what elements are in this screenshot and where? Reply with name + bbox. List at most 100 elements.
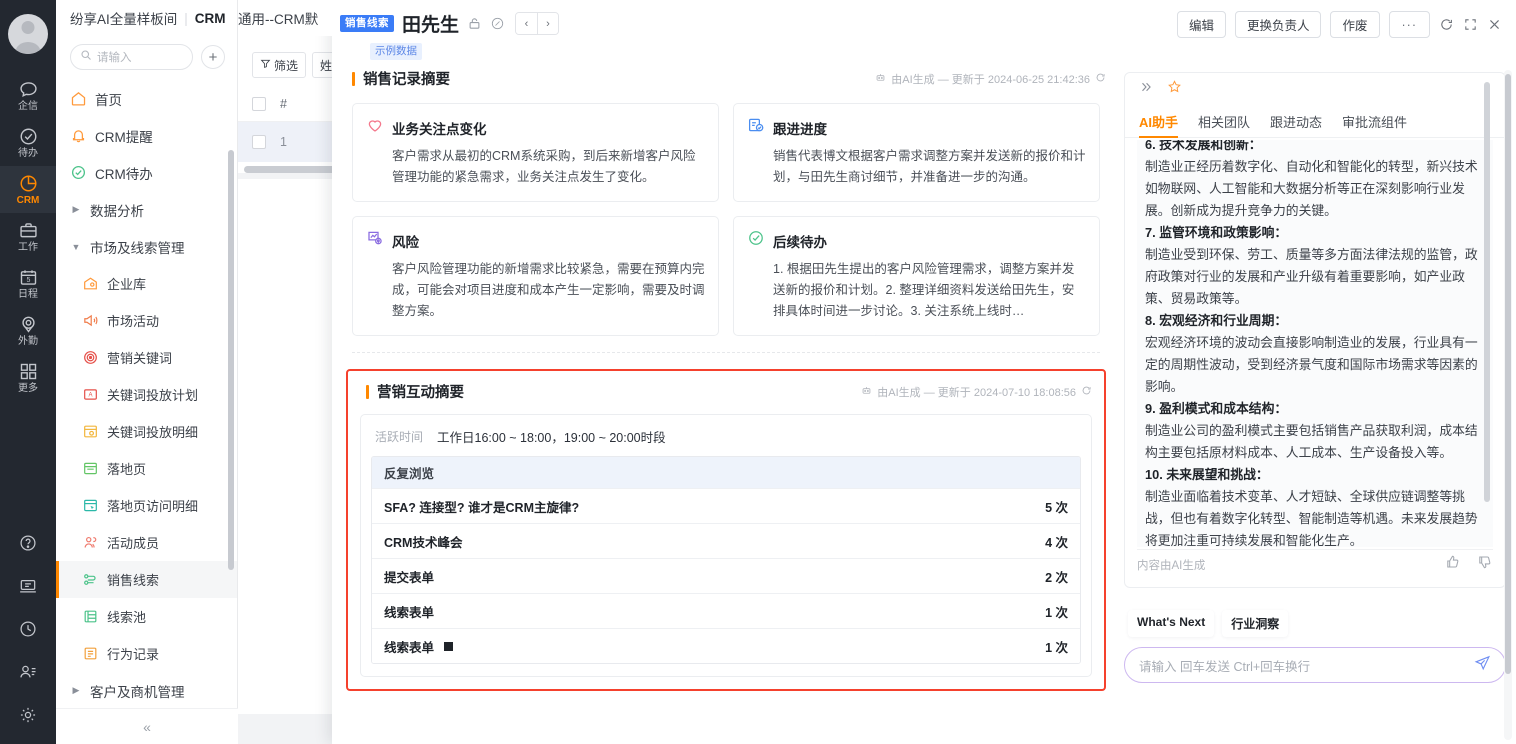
rail-feedback-button[interactable] [0,564,56,607]
table-horizontal-scrollbar[interactable] [244,166,338,173]
card-text: 销售代表博文根据客户需求调整方案并发送新的报价和计划，与田先生商讨细节，并准备进… [773,149,1086,184]
risk-icon [366,229,384,252]
check-circle-icon [18,126,39,147]
table-row[interactable]: 1 [238,122,344,162]
marketing-summary-section: 营销互动摘要 由AI生成 — 更新于 2024-07-10 18:08:56 活… [346,369,1106,691]
refresh-icon[interactable] [1095,72,1106,86]
sidebar-item-members[interactable]: 活动成员 [56,524,237,561]
heart-icon [366,116,384,139]
expand-icon[interactable] [1463,17,1478,32]
rail-bottom-list [0,521,56,744]
sidebar-item-home[interactable]: 首页 [56,80,237,117]
quick-chip-industry-insight[interactable]: 行业洞察 [1222,610,1289,637]
sales-summary-cards: 业务关注点变化 客户需求从最初的CRM系统采购，到后来新增客户风险管理功能的紧急… [346,103,1106,336]
row-name: 线索表单 [384,640,435,655]
rail-item-waiqin[interactable]: 外勤 [0,307,56,354]
tab-approval-flow[interactable]: 审批流组件 [1342,105,1407,138]
rail-item-crm[interactable]: CRM [0,166,56,213]
sidebar-search-row: 请输入 + [56,36,237,76]
leads-list-panel: 销售线索 筛选 姓名 # [238,0,353,744]
marketing-summary-meta: 由AI生成 — 更新于 2024-07-10 18:08:56 [861,384,1092,400]
change-owner-button[interactable]: 更换负责人 [1234,11,1322,38]
sidebar-item-keyword-detail[interactable]: 关键词投放明细 [56,413,237,450]
rail-contacts-button[interactable] [0,650,56,693]
rail-help-button[interactable] [0,521,56,564]
row-index: 1 [280,135,287,149]
search-input[interactable]: 请输入 [70,44,193,70]
megaphone-icon [82,312,99,329]
keyword-plan-icon: A [82,386,99,403]
ai-tab-bar: AI助手 相关团队 跟进动态 审批流组件 [1125,105,1505,138]
refresh-icon[interactable] [1439,17,1454,32]
edit-button[interactable]: 编辑 [1176,11,1226,38]
rail-item-richeng[interactable]: 5 日程 [0,260,56,307]
ai-message-scroll[interactable]: 6. 技术发展和创新： 制造业正经历着数字化、自动化和智能化的转型，新兴技术如物… [1131,140,1499,547]
marketing-summary-title-group: 营销互动摘要 [366,381,464,402]
help-circle-icon [18,533,38,553]
rail-history-button[interactable] [0,607,56,650]
sidebar-item-keyword-plan[interactable]: A 关键词投放计划 [56,376,237,413]
sidebar-item-label: 线索池 [107,610,147,625]
summary-card-risk: 风险 客户风险管理功能的新增需求比较紧急，需要在预算内完成，可能会对项目进度和成… [352,216,719,336]
ai-panel-scrollbar[interactable] [1484,82,1490,502]
sidebar-item-customer-opportunity[interactable]: ▶ 客户及商机管理 [56,672,237,709]
drawer-scrollbar[interactable] [1505,74,1511,674]
sidebar-item-label: 企业库 [107,277,147,292]
sidebar-item-keywords[interactable]: 营销关键词 [56,339,237,376]
add-button[interactable]: + [201,45,225,69]
table-header-row: # [238,86,344,122]
avatar[interactable] [8,14,48,54]
star-icon[interactable] [1167,79,1182,99]
filter-button[interactable]: 筛选 [252,52,307,78]
rail-item-gengduo[interactable]: 更多 [0,354,56,401]
sample-data-tag: 示例数据 [370,43,422,60]
thumbs-down-icon[interactable] [1477,554,1493,575]
landing-visit-icon [82,497,99,514]
thumbs-up-icon[interactable] [1445,554,1461,575]
close-icon[interactable] [1487,17,1502,32]
pool-icon [82,608,99,625]
refresh-icon[interactable] [1081,385,1092,399]
pie-clock-icon [18,173,39,194]
send-icon[interactable] [1474,654,1491,676]
list-panel-body [238,179,344,714]
more-button[interactable]: ··· [1388,11,1430,38]
void-button[interactable]: 作废 [1330,11,1380,38]
rail-item-daiban[interactable]: 待办 [0,119,56,166]
rail-item-gongzuo[interactable]: 工作 [0,213,56,260]
rail-item-label: 待办 [18,148,38,159]
sidebar-menu: 首页 CRM提醒 CRM待办 ▶ 数据分析 ▼ 市场及线索管理 企业库 市场活动… [56,80,237,709]
sidebar-item-data-analysis[interactable]: ▶ 数据分析 [56,191,237,228]
next-record-button[interactable]: › [537,13,559,34]
quick-chip-whats-next[interactable]: What's Next [1128,610,1215,637]
sidebar-item-landing-page[interactable]: 落地页 [56,450,237,487]
sidebar-item-enterprise-lib[interactable]: 企业库 [56,265,237,302]
ai-panel-toolbar [1125,73,1505,105]
target-icon [82,349,99,366]
select-all-checkbox[interactable] [252,96,266,111]
sidebar-item-crm-reminder[interactable]: CRM提醒 [56,117,237,154]
sidebar-item-landing-visit[interactable]: 落地页访问明细 [56,487,237,524]
rail-settings-button[interactable] [0,693,56,736]
sidebar-item-campaign[interactable]: 市场活动 [56,302,237,339]
rail-item-qixin[interactable]: 企信 [0,72,56,119]
sidebar-item-crm-todo[interactable]: CRM待办 [56,154,237,191]
sidebar-item-lead-pool[interactable]: 线索池 [56,598,237,635]
contacts-icon [18,662,38,682]
calendar-icon: 5 [18,267,39,288]
sidebar-collapse-button[interactable]: « [56,708,238,744]
tab-ai-assistant[interactable]: AI助手 [1139,105,1179,138]
double-chevron-right-icon[interactable] [1139,80,1153,99]
ai-chat-input[interactable]: 请输入 回车发送 Ctrl+回车换行 [1124,647,1506,683]
sidebar-item-behavior[interactable]: 行为记录 [56,635,237,672]
tab-follow-up[interactable]: 跟进动态 [1270,105,1322,138]
topbar-tab[interactable]: 通用--CRM默 [238,0,338,36]
unlock-icon[interactable] [467,16,482,31]
sidebar-item-sales-leads[interactable]: 销售线索 [56,561,237,598]
tag-icon[interactable] [490,16,505,31]
prev-record-button[interactable]: ‹ [516,13,538,34]
row-checkbox[interactable] [252,135,266,149]
sidebar-item-market-leads[interactable]: ▼ 市场及线索管理 [56,228,237,265]
tab-related-team[interactable]: 相关团队 [1198,105,1250,138]
sidebar-scrollbar[interactable] [228,150,234,570]
